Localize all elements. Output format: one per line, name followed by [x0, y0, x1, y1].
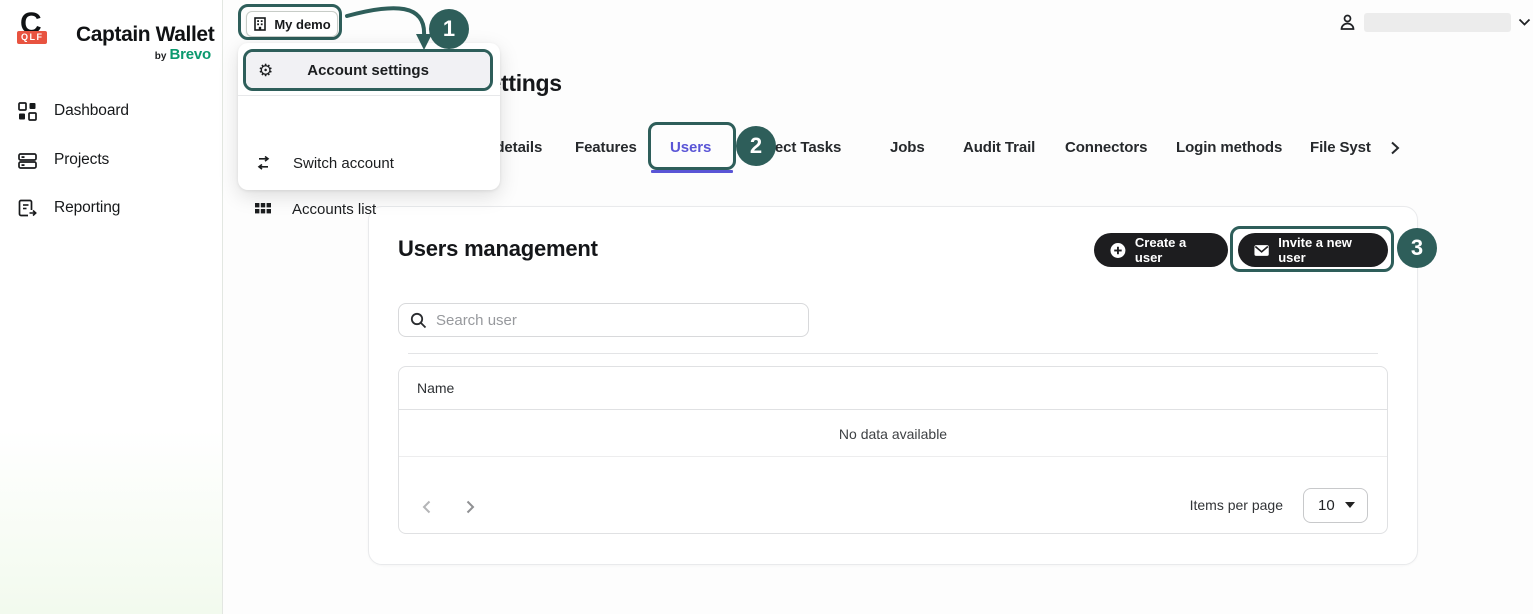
sidebar-item-dashboard[interactable]: Dashboard	[0, 92, 223, 130]
panel-divider	[408, 353, 1378, 354]
search-icon	[410, 312, 427, 328]
items-per-page-label: Items per page	[1189, 497, 1283, 513]
items-per-page-control: Items per page 10	[1190, 487, 1368, 523]
menu-item-label: Account settings	[307, 61, 429, 79]
user-account-area[interactable]	[1338, 10, 1531, 34]
empty-state-text: No data available	[838, 425, 948, 442]
accounts-grid-icon	[255, 203, 271, 214]
tab-login-methods[interactable]: Login methods	[1176, 139, 1282, 156]
pagination-arrows	[419, 489, 478, 525]
tab-connectors[interactable]: Connectors	[1065, 139, 1147, 156]
sidebar-item-projects[interactable]: Projects	[0, 141, 223, 179]
menu-item-account-settings[interactable]: ⚙ Account settings	[246, 52, 490, 88]
account-dropdown-menu: ⚙ Account settings Switch account Accoun…	[238, 43, 500, 218]
menu-item-label: Accounts list	[292, 200, 377, 218]
captain-wallet-logo-icon: C QLF	[16, 7, 56, 51]
dashboard-icon	[18, 101, 37, 121]
search-user-box[interactable]	[398, 303, 809, 337]
annotation-badge-2: 2	[736, 126, 776, 166]
chevron-left-icon[interactable]	[419, 499, 435, 515]
search-user-input[interactable]	[436, 311, 796, 329]
reporting-icon	[18, 199, 37, 216]
menu-item-accounts-list[interactable]: Accounts list	[238, 189, 500, 229]
switch-account-icon	[257, 156, 270, 170]
items-per-page-select[interactable]: 10	[1303, 487, 1368, 523]
app-root: C QLF Captain Wallet byBrevo Dashboard	[0, 0, 1533, 614]
annotation-box-my-demo: My demo	[238, 4, 342, 40]
sidebar-item-label: Dashboard	[54, 102, 129, 119]
brand-name: Captain Wallet	[76, 23, 215, 46]
column-header-name: Name	[417, 380, 455, 396]
gear-icon: ⚙	[258, 60, 274, 80]
user-name-redacted	[1364, 12, 1511, 32]
menu-divider	[238, 95, 500, 96]
tab-audit-trail[interactable]: Audit Trail	[963, 139, 1035, 156]
items-per-page-value: 10	[1318, 496, 1335, 514]
sidebar-item-reporting[interactable]: Reporting	[0, 189, 223, 227]
projects-icon	[18, 152, 37, 169]
chevron-right-icon[interactable]	[462, 499, 478, 515]
table-header-row: Name	[399, 367, 1387, 410]
create-user-label: Create a user	[1134, 235, 1187, 265]
plus-circle-icon	[1110, 242, 1126, 258]
logo-qlf-badge: QLF	[17, 31, 47, 44]
chevron-down-icon[interactable]	[1518, 18, 1531, 27]
tab-jobs[interactable]: Jobs	[890, 139, 925, 156]
building-icon	[254, 17, 267, 31]
brand-logo[interactable]: C QLF Captain Wallet by Brevo	[16, 7, 215, 63]
chevron-right-icon[interactable]	[1387, 140, 1403, 156]
table-empty-row: No data available	[399, 411, 1387, 457]
my-demo-label: My demo	[274, 16, 331, 32]
annotation-box-account-settings: ⚙ Account settings	[243, 49, 493, 91]
sidebar: C QLF Captain Wallet byBrevo Dashboard	[0, 0, 223, 614]
annotation-badge-3: 3	[1397, 228, 1437, 268]
annotation-box-users-tab	[648, 122, 736, 170]
byline-prefix: by	[154, 51, 167, 62]
brand-byline: by Brevo	[76, 46, 211, 64]
byline-brevo: Brevo	[169, 46, 211, 63]
create-user-button[interactable]: Create a user	[1094, 233, 1228, 267]
panel-title: Users management	[398, 236, 598, 261]
sidebar-item-label: Projects	[54, 151, 110, 168]
active-tab-indicator	[651, 170, 733, 173]
caret-down-icon	[1345, 502, 1355, 508]
person-icon	[1340, 14, 1355, 30]
annotation-badge-1: 1	[429, 9, 469, 49]
menu-item-label: Switch account	[293, 154, 394, 172]
menu-item-switch-account[interactable]: Switch account	[238, 143, 500, 183]
users-table: Name No data available Items per page 10	[398, 366, 1388, 534]
tab-file-system[interactable]: File Syst	[1310, 139, 1371, 156]
tab-features[interactable]: Features	[575, 139, 637, 156]
my-demo-account-button[interactable]: My demo	[246, 11, 338, 37]
annotation-box-invite-button	[1230, 226, 1394, 272]
sidebar-item-label: Reporting	[54, 199, 121, 216]
